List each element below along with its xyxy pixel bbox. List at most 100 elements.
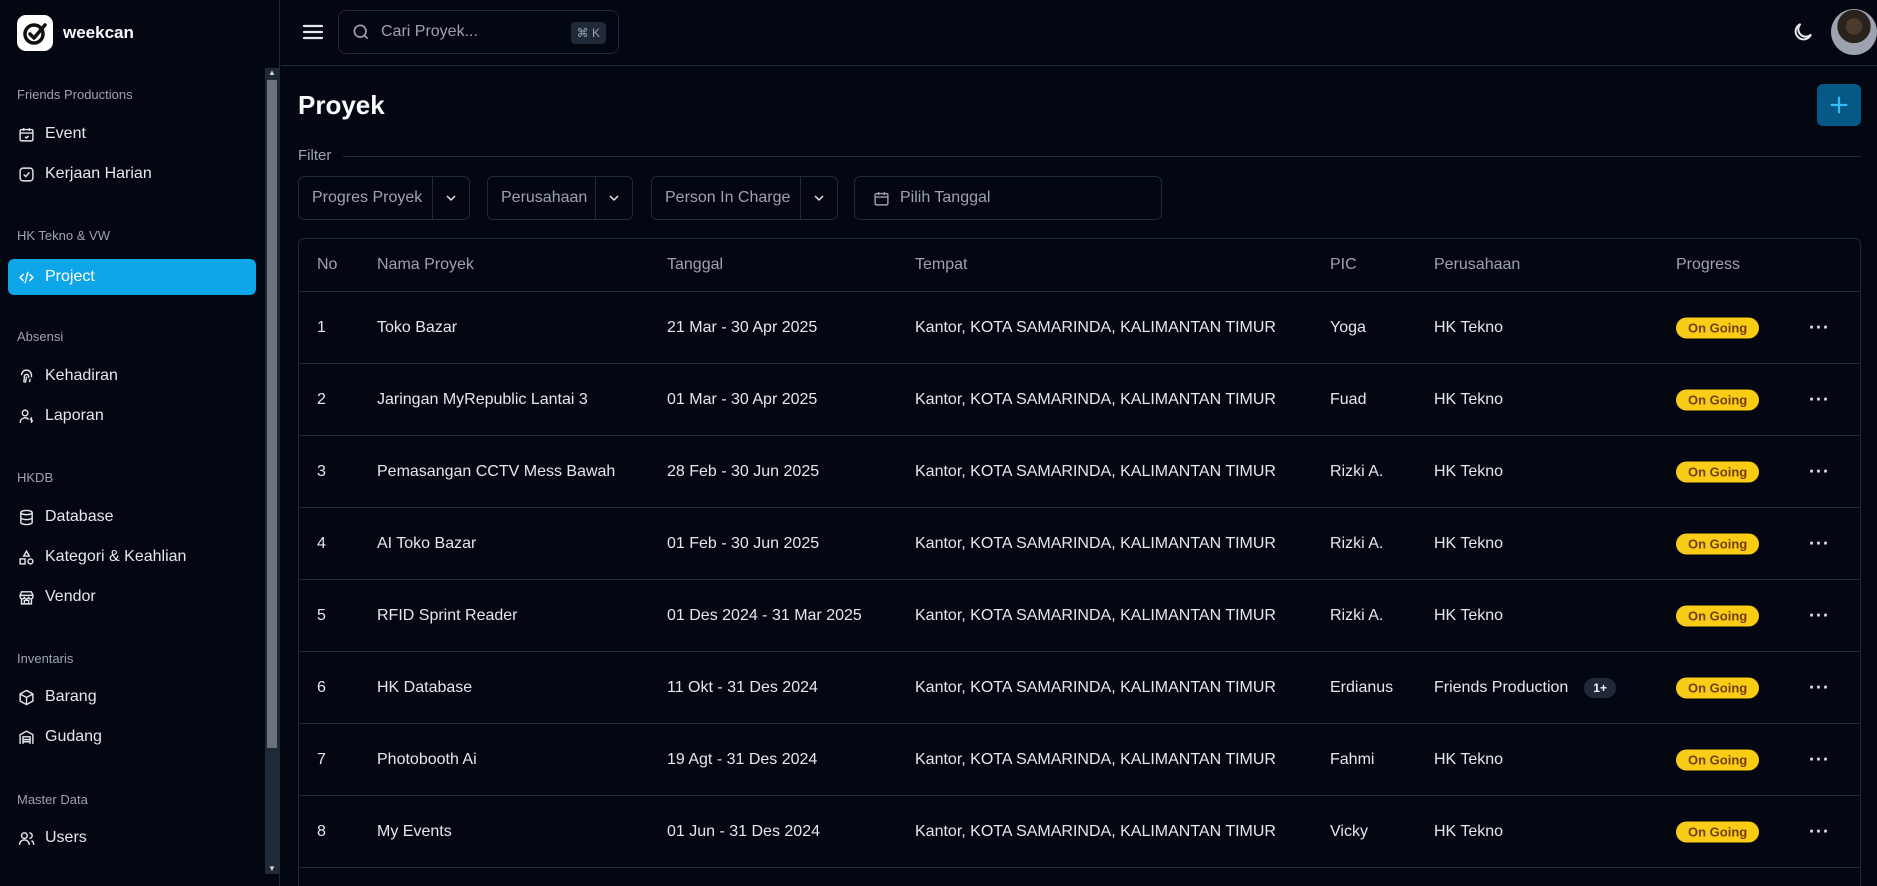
cell-company: HK Tekno	[1434, 535, 1503, 553]
chevron-down-icon[interactable]	[595, 177, 632, 219]
cell-company: HK Tekno	[1434, 823, 1503, 841]
sidebar-item-barang[interactable]: Barang	[8, 679, 256, 715]
table-row[interactable]: 5 RFID Sprint Reader 01 Des 2024 - 31 Ma…	[299, 580, 1860, 652]
cell-no: 3	[317, 462, 326, 480]
filter-divider	[343, 156, 1861, 157]
company-name: HK Tekno	[1434, 462, 1504, 480]
filter-progres-proyek[interactable]: Progres Proyek	[298, 176, 470, 220]
cell-date: 01 Mar - 30 Apr 2025	[667, 390, 818, 408]
header-perusahaan[interactable]: Perusahaan	[1434, 256, 1520, 274]
avatar[interactable]	[1831, 9, 1877, 55]
filter-perusahaan[interactable]: Perusahaan	[487, 176, 633, 220]
sidebar-item-users[interactable]: Users	[8, 820, 256, 856]
status-badge: On Going	[1676, 533, 1760, 554]
group-label-absensi: Absensi	[17, 329, 64, 344]
table-row[interactable]: 2 Jaringan MyRepublic Lantai 3 01 Mar - …	[299, 364, 1860, 436]
more-actions-icon[interactable]: ···	[1809, 389, 1830, 410]
header-pic[interactable]: PIC	[1330, 256, 1357, 274]
cell-name[interactable]: AI Toko Bazar	[377, 535, 476, 553]
chevron-down-icon[interactable]	[800, 177, 837, 219]
menu-icon[interactable]	[301, 20, 325, 44]
cell-date: 28 Feb - 30 Jun 2025	[667, 462, 820, 480]
brand[interactable]: weekcan	[0, 0, 279, 66]
cell-name[interactable]: Jaringan MyRepublic Lantai 3	[377, 391, 588, 409]
cell-no: 1	[317, 318, 326, 336]
sidebar-item-kerjaan-harian[interactable]: Kerjaan Harian	[8, 156, 256, 192]
cell-company: HK Tekno	[1434, 463, 1503, 481]
cell-name[interactable]: My Events	[377, 823, 452, 841]
cell-name[interactable]: RFID Sprint Reader	[377, 607, 518, 625]
table-row[interactable]: 4 AI Toko Bazar 01 Feb - 30 Jun 2025 Kan…	[299, 508, 1860, 580]
cell-name[interactable]: Pemasangan CCTV Mess Bawah	[377, 463, 615, 481]
date-picker[interactable]: Pilih Tanggal	[854, 176, 1162, 220]
search-icon	[353, 24, 369, 40]
sidebar-item-database[interactable]: Database	[8, 499, 256, 535]
cell-progress: On Going	[1676, 461, 1760, 482]
sidebar-item-kategori-keahlian[interactable]: Kategori & Keahlian	[8, 539, 256, 575]
sidebar-nav: Friends Productions Event Kerjaan Harian…	[0, 66, 266, 886]
table-row[interactable]: 8 My Events 01 Jun - 31 Des 2024 Kantor,…	[299, 796, 1860, 868]
cell-date: 01 Des 2024 - 31 Mar 2025	[667, 606, 862, 624]
company-name: HK Tekno	[1434, 534, 1504, 552]
more-actions-icon[interactable]: ···	[1809, 821, 1830, 842]
sidebar-item-label: Barang	[45, 688, 97, 705]
more-actions-icon[interactable]: ···	[1809, 461, 1830, 482]
more-actions-icon[interactable]: ···	[1809, 605, 1830, 626]
cell-date: 19 Agt - 31 Des 2024	[667, 750, 818, 768]
header-progress[interactable]: Progress	[1676, 256, 1740, 274]
more-actions-icon[interactable]: ···	[1809, 677, 1830, 698]
sidebar-item-project[interactable]: Project	[8, 259, 256, 295]
cell-name[interactable]: Photobooth Ai	[377, 751, 477, 769]
header-tanggal[interactable]: Tanggal	[667, 256, 723, 274]
filter-label: Filter	[298, 147, 332, 164]
table-row[interactable]: 6 HK Database 11 Okt - 31 Des 2024 Kanto…	[299, 652, 1860, 724]
plus-icon	[1830, 96, 1848, 114]
scroll-down-icon[interactable]: ▼	[267, 864, 277, 874]
cell-place: Kantor, KOTA SAMARINDA, KALIMANTAN TIMUR	[915, 462, 1276, 480]
search-input[interactable]: Cari Proyek... ⌘ K	[338, 10, 619, 54]
cell-place: Kantor, KOTA SAMARINDA, KALIMANTAN TIMUR	[915, 534, 1276, 552]
sidebar-item-laporan[interactable]: Laporan	[8, 398, 256, 434]
cell-pic: Fahmi	[1330, 750, 1375, 768]
table-row[interactable]: 3 Pemasangan CCTV Mess Bawah 28 Feb - 30…	[299, 436, 1860, 508]
scroll-thumb[interactable]	[267, 80, 277, 748]
more-actions-icon[interactable]: ···	[1809, 749, 1830, 770]
more-actions-icon[interactable]: ···	[1809, 533, 1830, 554]
status-badge: On Going	[1676, 605, 1760, 626]
table-row[interactable]: 7 Photobooth Ai 19 Agt - 31 Des 2024 Kan…	[299, 724, 1860, 796]
cell-company: HK Tekno	[1434, 607, 1503, 625]
scroll-up-icon[interactable]: ▲	[267, 68, 277, 78]
more-actions-icon[interactable]: ···	[1809, 317, 1830, 338]
sidebar-item-event[interactable]: Event	[8, 116, 256, 152]
status-badge: On Going	[1676, 677, 1760, 698]
cell-name[interactable]: HK Database	[377, 679, 472, 697]
filter-person-in-charge[interactable]: Person In Charge	[651, 176, 838, 220]
header-no[interactable]: No	[317, 256, 337, 274]
box-icon	[19, 689, 34, 705]
sidebar-item-vendor[interactable]: Vendor	[8, 579, 256, 615]
filter-label-text: Person In Charge	[665, 189, 791, 206]
header-nama-proyek[interactable]: Nama Proyek	[377, 256, 474, 274]
table-row[interactable]: 1 Toko Bazar 21 Mar - 30 Apr 2025 Kantor…	[299, 292, 1860, 364]
sidebar-item-kehadiran[interactable]: Kehadiran	[8, 358, 256, 394]
more-companies-badge[interactable]: 1+	[1584, 677, 1616, 698]
group-label-inventaris: Inventaris	[17, 651, 74, 666]
add-project-button[interactable]	[1817, 84, 1861, 126]
sidebar-item-gudang[interactable]: Gudang	[8, 719, 256, 755]
cell-pic: Vicky	[1330, 822, 1368, 840]
company-name: HK Tekno	[1434, 822, 1504, 840]
database-icon	[20, 509, 33, 525]
company-name: Friends Production	[1434, 678, 1569, 696]
table-header: No Nama Proyek Tanggal Tempat PIC Perusa…	[299, 239, 1860, 292]
moon-icon[interactable]	[1791, 20, 1815, 44]
chevron-down-icon[interactable]	[432, 177, 469, 219]
filter-label-text: Progres Proyek	[312, 189, 423, 206]
sidebar-scrollbar[interactable]: ▲ ▼	[265, 68, 279, 874]
sidebar-item-label: Database	[45, 508, 114, 525]
cell-name[interactable]: Toko Bazar	[377, 319, 457, 337]
sidebar-item-label: Project	[45, 268, 95, 285]
cell-date: 01 Feb - 30 Jun 2025	[667, 534, 820, 552]
header-tempat[interactable]: Tempat	[915, 256, 967, 274]
cell-date: 01 Jun - 31 Des 2024	[667, 822, 820, 840]
search-placeholder: Cari Proyek...	[381, 23, 478, 40]
